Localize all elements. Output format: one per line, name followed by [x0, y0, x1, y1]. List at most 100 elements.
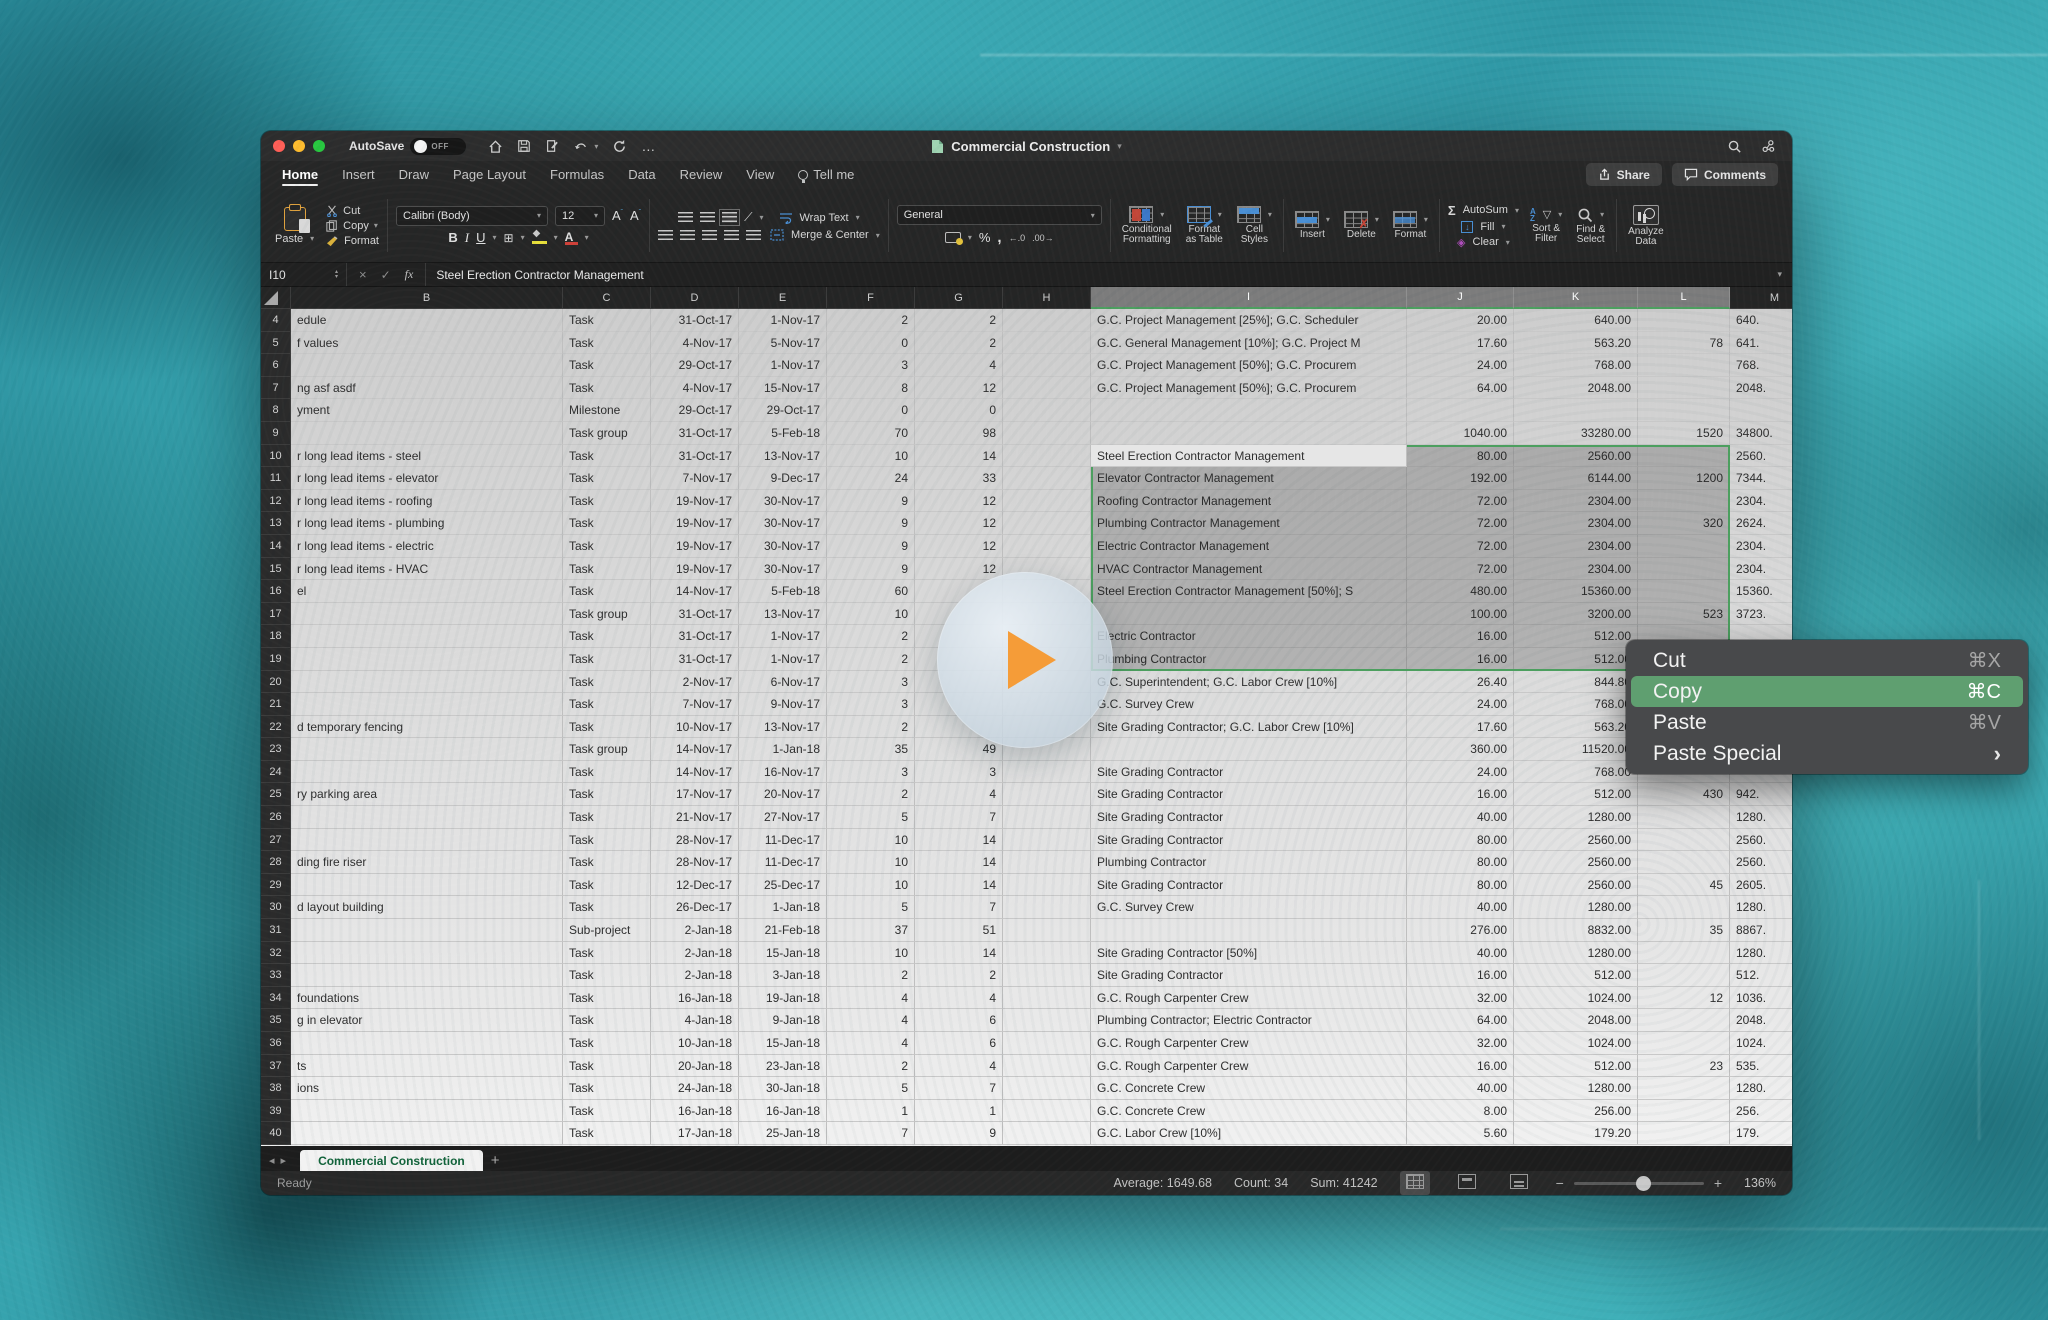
cell[interactable]: 3 [827, 761, 915, 784]
number-format-select[interactable]: General▾ [897, 205, 1102, 225]
cell[interactable]: 70 [827, 422, 915, 445]
cell[interactable]: 640. [1730, 309, 1792, 332]
cell[interactable] [1730, 399, 1792, 422]
cell[interactable]: 15-Jan-18 [739, 942, 827, 965]
cell[interactable]: 2560. [1730, 445, 1792, 468]
cell[interactable] [1638, 490, 1730, 513]
cell[interactable]: 512.00 [1514, 964, 1638, 987]
tab-page-layout[interactable]: Page Layout [442, 162, 537, 189]
tab-tell-me[interactable]: Tell me [787, 162, 865, 189]
context-menu-item-cut[interactable]: Cut⌘X [1631, 645, 2023, 676]
cell[interactable]: 9 [827, 512, 915, 535]
cell[interactable]: Task [563, 716, 651, 739]
cell[interactable]: G.C. Rough Carpenter Crew [1091, 1055, 1407, 1078]
tab-data[interactable]: Data [617, 162, 666, 189]
cell[interactable]: 29-Oct-17 [651, 399, 739, 422]
cell[interactable]: foundations [291, 987, 563, 1010]
cell[interactable]: Electric Contractor Management [1091, 535, 1407, 558]
sheet-tab-commercial-construction[interactable]: Commercial Construction [300, 1150, 483, 1171]
formula-input[interactable]: Steel Erection Contractor Management [426, 268, 1777, 282]
cell[interactable]: 30-Jan-18 [739, 1077, 827, 1100]
cell[interactable] [1638, 377, 1730, 400]
edit-document-icon[interactable] [545, 139, 559, 153]
cell[interactable]: 24 [827, 467, 915, 490]
cell[interactable]: HVAC Contractor Management [1091, 558, 1407, 581]
cell[interactable]: 15-Jan-18 [739, 1032, 827, 1055]
cell[interactable] [291, 1032, 563, 1055]
cell[interactable]: g in elevator [291, 1009, 563, 1032]
cell[interactable]: 9-Nov-17 [739, 693, 827, 716]
cell[interactable]: 535. [1730, 1055, 1792, 1078]
row-header-23[interactable]: 23 [261, 738, 291, 761]
cell[interactable]: 19-Nov-17 [651, 490, 739, 513]
cell[interactable]: r long lead items - steel [291, 445, 563, 468]
cell[interactable]: 17-Nov-17 [651, 783, 739, 806]
row-header-38[interactable]: 38 [261, 1077, 291, 1100]
cell[interactable]: 0 [827, 332, 915, 355]
cell[interactable]: 512.00 [1514, 783, 1638, 806]
cell[interactable]: 192.00 [1407, 467, 1514, 490]
cell[interactable]: 480.00 [1407, 580, 1514, 603]
cell[interactable]: 37 [827, 919, 915, 942]
insert-function-icon[interactable]: fx [405, 267, 414, 282]
column-header-M[interactable]: M [1730, 287, 1792, 309]
cell[interactable]: 16-Nov-17 [739, 761, 827, 784]
cell[interactable]: 8867. [1730, 919, 1792, 942]
row-header-36[interactable]: 36 [261, 1032, 291, 1055]
cell[interactable]: Site Grading Contractor [1091, 964, 1407, 987]
cell[interactable]: 9-Jan-18 [739, 1009, 827, 1032]
cell[interactable]: 768.00 [1514, 354, 1638, 377]
undo-icon[interactable] [573, 139, 589, 153]
cell[interactable]: Site Grading Contractor [1091, 783, 1407, 806]
row-header-27[interactable]: 27 [261, 829, 291, 852]
cell[interactable] [1638, 1032, 1730, 1055]
cell[interactable]: 2560. [1730, 829, 1792, 852]
row-header-4[interactable]: 4 [261, 309, 291, 332]
cell[interactable]: 2304. [1730, 535, 1792, 558]
cell[interactable]: 768. [1730, 354, 1792, 377]
cell[interactable] [1003, 332, 1091, 355]
cell[interactable]: 1280. [1730, 1077, 1792, 1100]
column-header-D[interactable]: D [651, 287, 739, 309]
cell[interactable]: Task [563, 535, 651, 558]
cell[interactable] [291, 806, 563, 829]
decrease-font-size-button[interactable]: Aˇ [630, 208, 641, 223]
cell[interactable]: G.C. Rough Carpenter Crew [1091, 987, 1407, 1010]
cell[interactable]: 1024.00 [1514, 1032, 1638, 1055]
cell[interactable]: Roofing Contractor Management [1091, 490, 1407, 513]
cell[interactable]: 4-Nov-17 [651, 332, 739, 355]
row-header-6[interactable]: 6 [261, 354, 291, 377]
row-header-37[interactable]: 37 [261, 1055, 291, 1078]
cell[interactable]: Task [563, 1032, 651, 1055]
cell[interactable]: 9 [915, 1122, 1003, 1145]
cell[interactable]: 1280. [1730, 942, 1792, 965]
minimize-window-button[interactable] [293, 140, 305, 152]
cell[interactable]: 7-Nov-17 [651, 467, 739, 490]
tab-draw[interactable]: Draw [388, 162, 440, 189]
cell[interactable]: G.C. Concrete Crew [1091, 1077, 1407, 1100]
cell[interactable]: 24.00 [1407, 761, 1514, 784]
cell[interactable]: 179. [1730, 1122, 1792, 1145]
cell[interactable]: 2560. [1730, 851, 1792, 874]
cell[interactable]: 16-Jan-18 [739, 1100, 827, 1123]
cell[interactable]: 10-Jan-18 [651, 1032, 739, 1055]
cell[interactable]: 17-Jan-18 [651, 1122, 739, 1145]
cell[interactable] [291, 671, 563, 694]
cell[interactable]: 13-Nov-17 [739, 716, 827, 739]
cell[interactable] [1091, 399, 1407, 422]
cell[interactable]: r long lead items - HVAC [291, 558, 563, 581]
increase-decimal-button[interactable]: ←.0 [1009, 233, 1026, 243]
tab-view[interactable]: View [735, 162, 785, 189]
cell[interactable]: 33 [915, 467, 1003, 490]
cell[interactable]: 28-Nov-17 [651, 829, 739, 852]
cell[interactable] [1003, 309, 1091, 332]
cell[interactable]: 3200.00 [1514, 603, 1638, 626]
cell[interactable] [1003, 919, 1091, 942]
comments-button[interactable]: Comments [1672, 163, 1778, 186]
percent-format-button[interactable]: % [979, 230, 991, 245]
analyze-data-button[interactable]: AnalyzeData [1625, 205, 1667, 247]
cell[interactable]: 2 [827, 716, 915, 739]
cell[interactable]: 16.00 [1407, 625, 1514, 648]
cell[interactable]: 30-Nov-17 [739, 558, 827, 581]
cell[interactable] [1003, 829, 1091, 852]
